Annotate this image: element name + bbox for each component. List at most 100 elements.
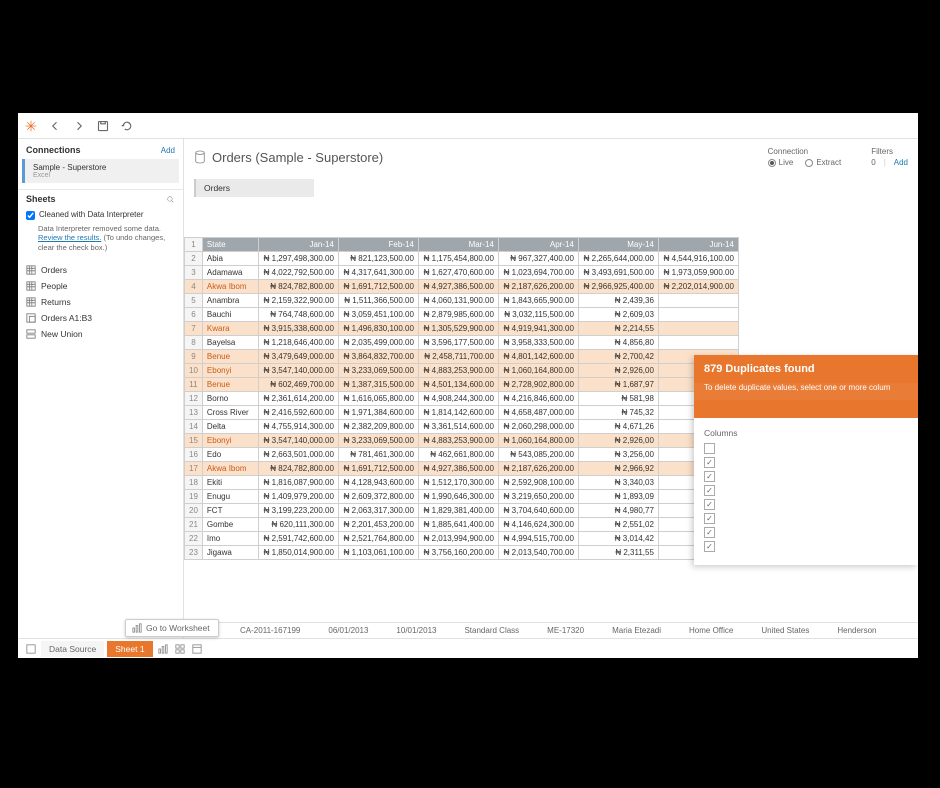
table-cell[interactable]: ₦ 3,756,160,200.00 [418,546,498,560]
table-cell[interactable]: ₦ 1,103,061,100.00 [338,546,418,560]
table-cell[interactable]: ₦ 1,973,059,900.00 [658,266,738,280]
table-cell[interactable]: ₦ 1,843,665,900.00 [498,294,578,308]
table-cell[interactable]: ₦ 2,439,36 [578,294,658,308]
tables-canvas[interactable]: Orders [184,175,918,207]
sheet-item-orders-range[interactable]: Orders A1:B3 [18,310,183,326]
column-checkbox[interactable] [704,485,715,496]
table-cell[interactable]: ₦ 1,387,315,500.00 [338,378,418,392]
table-cell[interactable]: ₦ 2,063,317,300.00 [338,504,418,518]
tab-sheet1[interactable]: Sheet 1 [107,641,152,657]
table-cell[interactable]: ₦ 4,883,253,900.00 [418,364,498,378]
table-cell[interactable]: ₦ 2,013,994,900.00 [418,532,498,546]
table-cell[interactable]: ₦ 4,022,792,500.00 [258,266,338,280]
table-cell[interactable]: ₦ 3,059,451,100.00 [338,308,418,322]
table-cell[interactable]: ₦ 1,990,646,300.00 [418,490,498,504]
table-cell[interactable]: Cross River [202,406,258,420]
table-cell[interactable]: ₦ 2,201,453,200.00 [338,518,418,532]
table-cell[interactable]: ₦ 543,085,200.00 [498,448,578,462]
table-cell[interactable]: ₦ 4,501,134,600.00 [418,378,498,392]
table-row[interactable]: 18Ekiti₦ 1,816,087,900.00₦ 4,128,943,600… [185,476,739,490]
table-cell[interactable]: ₦ 1,816,087,900.00 [258,476,338,490]
table-cell[interactable]: ₦ 4,908,244,300.00 [418,392,498,406]
table-cell[interactable]: ₦ 2,926,00 [578,434,658,448]
table-cell[interactable]: ₦ 2,592,908,100.00 [498,476,578,490]
table-cell[interactable]: ₦ 4,216,846,600.00 [498,392,578,406]
table-cell[interactable]: Akwa Ibom [202,462,258,476]
table-cell[interactable]: ₦ 2,187,626,200.00 [498,280,578,294]
table-row[interactable]: 9Benue₦ 3,479,649,000.00₦ 3,864,832,700.… [185,350,739,364]
table-cell[interactable]: ₦ 2,609,372,800.00 [338,490,418,504]
save-button[interactable] [96,119,110,133]
sheet-item-orders[interactable]: Orders [18,262,183,278]
table-cell[interactable]: ₦ 462,661,800.00 [418,448,498,462]
table-cell[interactable]: ₦ 2,187,626,200.00 [498,462,578,476]
table-cell[interactable]: ₦ 2,591,742,600.00 [258,532,338,546]
table-cell[interactable]: ₦ 1,850,014,900.00 [258,546,338,560]
table-cell[interactable]: ₦ 967,327,400.00 [498,252,578,266]
column-header[interactable]: Mar-14 [418,238,498,252]
table-cell[interactable]: ₦ 2,521,764,800.00 [338,532,418,546]
connection-item[interactable]: Sample - Superstore Excel [22,159,179,183]
column-header[interactable]: Jan-14 [258,238,338,252]
sheet-item-new-union[interactable]: New Union [18,326,183,342]
table-pill-orders[interactable]: Orders [194,179,314,197]
table-cell[interactable]: ₦ 3,233,069,500.00 [338,364,418,378]
table-row[interactable]: 20FCT₦ 3,199,223,200.00₦ 2,063,317,300.0… [185,504,739,518]
table-cell[interactable]: ₦ 620,111,300.00 [258,518,338,532]
column-checkbox[interactable] [704,471,715,482]
table-cell[interactable]: ₦ 4,317,641,300.00 [338,266,418,280]
table-cell[interactable]: ₦ 4,060,131,900.00 [418,294,498,308]
table-cell[interactable]: Gombe [202,518,258,532]
table-cell[interactable]: ₦ 4,919,941,300.00 [498,322,578,336]
table-cell[interactable]: ₦ 2,035,499,000.00 [338,336,418,350]
table-cell[interactable]: ₦ 1,175,454,800.00 [418,252,498,266]
table-cell[interactable]: ₦ 1,885,641,400.00 [418,518,498,532]
table-cell[interactable]: ₦ 4,671,26 [578,420,658,434]
live-radio[interactable]: Live [768,158,794,167]
column-header[interactable]: State [202,238,258,252]
table-row[interactable]: 5Anambra₦ 2,159,322,900.00₦ 1,511,366,50… [185,294,739,308]
table-cell[interactable]: ₦ 4,544,916,100.00 [658,252,738,266]
table-cell[interactable]: ₦ 2,926,00 [578,364,658,378]
column-checkbox[interactable] [704,457,715,468]
table-cell[interactable]: ₦ 3,199,223,200.00 [258,504,338,518]
table-cell[interactable] [658,336,738,350]
table-cell[interactable]: ₦ 3,915,338,600.00 [258,322,338,336]
table-cell[interactable]: ₦ 3,256,00 [578,448,658,462]
table-cell[interactable]: Borno [202,392,258,406]
table-cell[interactable]: ₦ 4,755,914,300.00 [258,420,338,434]
table-cell[interactable]: ₦ 581,98 [578,392,658,406]
add-connection-button[interactable]: Add [161,146,175,155]
table-cell[interactable]: ₦ 4,980,77 [578,504,658,518]
go-to-worksheet-button[interactable]: Go to Worksheet [125,619,219,637]
table-cell[interactable]: ₦ 3,864,832,700.00 [338,350,418,364]
table-cell[interactable]: ₦ 2,361,614,200.00 [258,392,338,406]
table-cell[interactable]: ₦ 1,691,712,500.00 [338,280,418,294]
table-row[interactable]: 16Edo₦ 2,663,501,000.00₦ 781,461,300.00₦… [185,448,739,462]
table-row[interactable]: 13Cross River₦ 2,416,592,600.00₦ 1,971,3… [185,406,739,420]
review-results-link[interactable]: Review the results. [38,233,101,242]
table-cell[interactable]: ₦ 4,927,386,500.00 [418,280,498,294]
table-cell[interactable]: ₦ 1,511,366,500.00 [338,294,418,308]
table-cell[interactable]: ₦ 1,627,470,600.00 [418,266,498,280]
table-cell[interactable]: ₦ 1,616,065,800.00 [338,392,418,406]
table-cell[interactable]: ₦ 1,971,384,600.00 [338,406,418,420]
table-cell[interactable]: ₦ 1,218,646,400.00 [258,336,338,350]
extract-radio[interactable]: Extract [805,158,841,167]
table-cell[interactable]: ₦ 2,311,55 [578,546,658,560]
table-cell[interactable]: ₦ 1,297,498,300.00 [258,252,338,266]
column-checkbox[interactable] [704,527,715,538]
table-row[interactable]: 19Enugu₦ 1,409,979,200.00₦ 2,609,372,800… [185,490,739,504]
table-cell[interactable]: Anambra [202,294,258,308]
search-icon[interactable] [166,195,175,204]
column-checkbox[interactable] [704,499,715,510]
table-cell[interactable] [658,322,738,336]
table-cell[interactable]: Akwa Ibom [202,280,258,294]
table-cell[interactable]: Jigawa [202,546,258,560]
table-row[interactable]: 15Ebonyi₦ 3,547,140,000.00₦ 3,233,069,50… [185,434,739,448]
table-row[interactable]: 12Borno₦ 2,361,614,200.00₦ 1,616,065,800… [185,392,739,406]
table-cell[interactable]: ₦ 3,547,140,000.00 [258,364,338,378]
table-row[interactable]: 21Gombe₦ 620,111,300.00₦ 2,201,453,200.0… [185,518,739,532]
table-row[interactable]: 14Delta₦ 4,755,914,300.00₦ 2,382,209,800… [185,420,739,434]
table-cell[interactable]: ₦ 4,801,142,600.00 [498,350,578,364]
